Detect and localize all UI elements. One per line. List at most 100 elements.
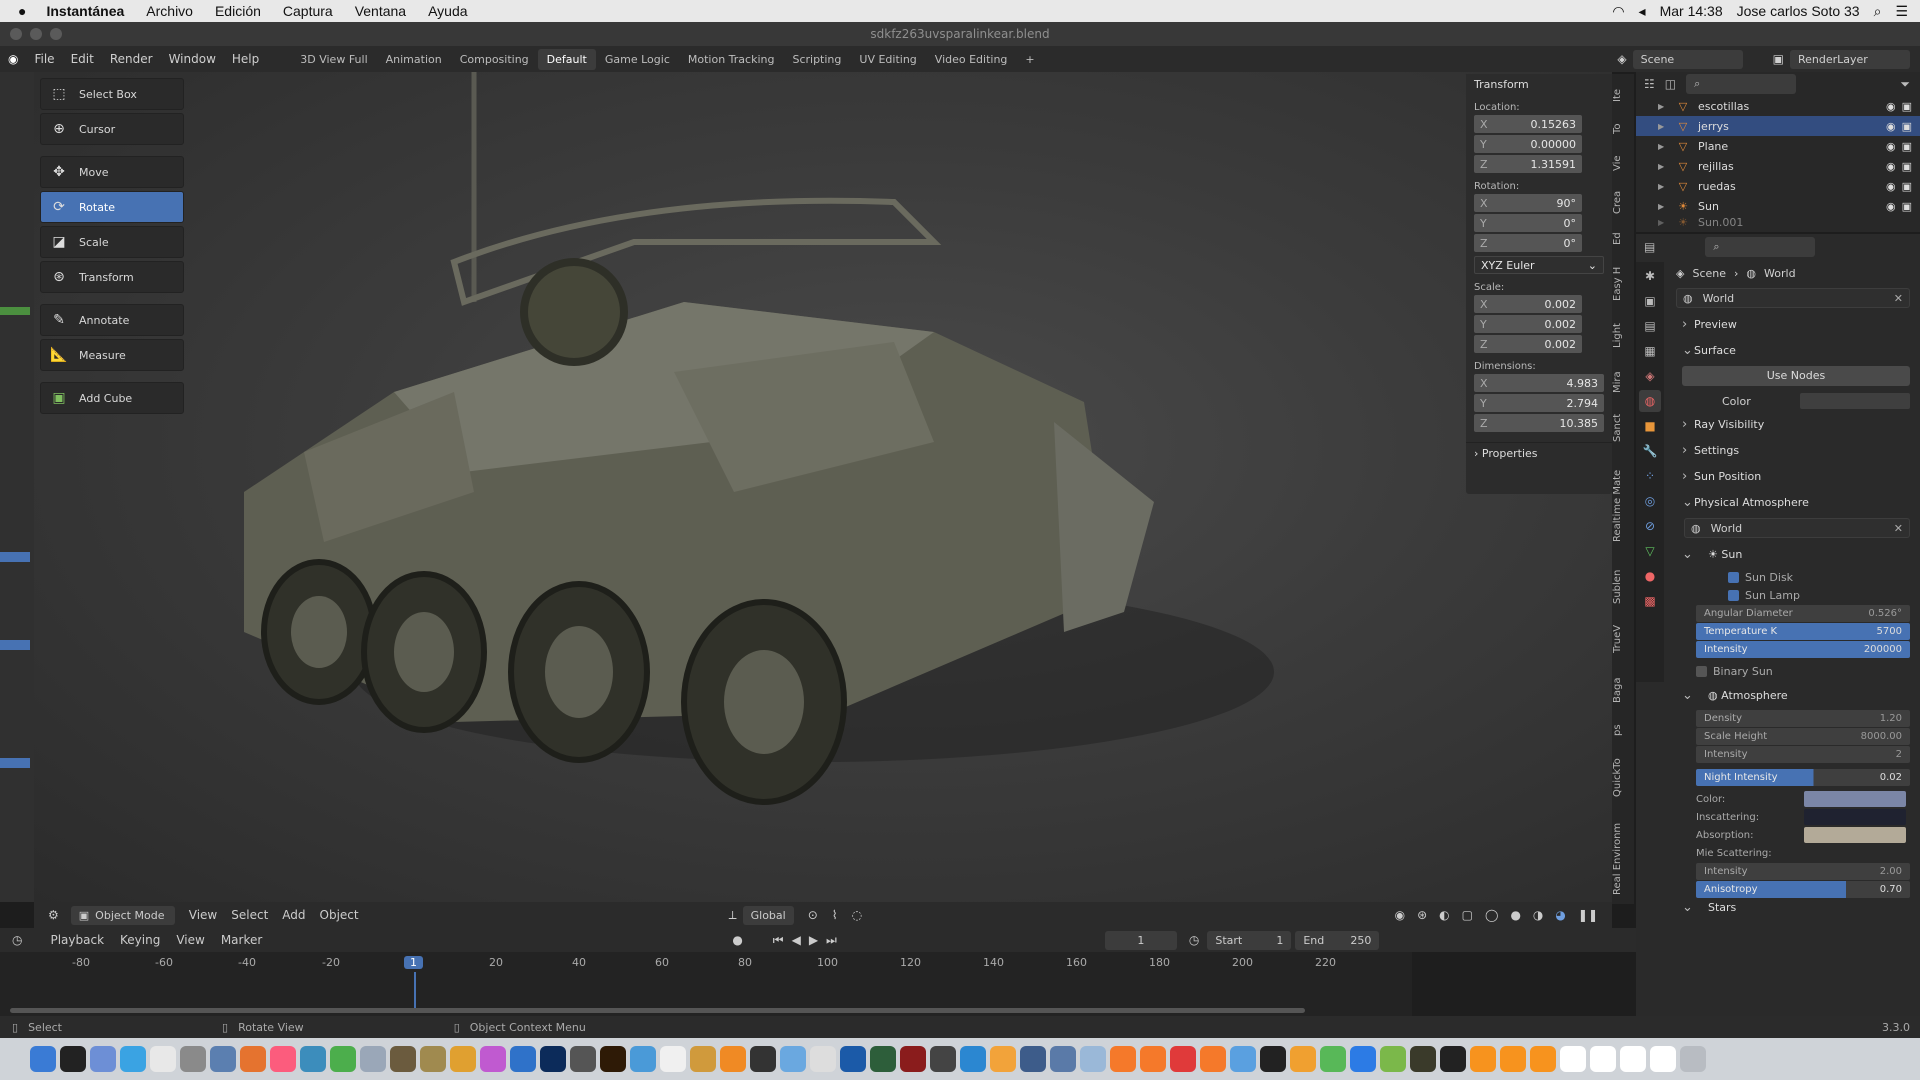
dimension-x-field[interactable]: X 4.983 [1474, 374, 1604, 392]
menu-ventana[interactable]: Ventana [355, 3, 406, 19]
sun-intensity-field[interactable]: Intensity 200000 [1696, 641, 1910, 658]
sun-disk-checkbox[interactable]: Sun Disk [1672, 568, 1920, 586]
app-icon[interactable] [1050, 1046, 1076, 1072]
binary-sun-checkbox[interactable]: Binary Sun [1672, 659, 1920, 683]
scale-z-field[interactable]: Z 0.002 [1474, 335, 1582, 353]
tool-annotate[interactable]: ✎ Annotate [40, 304, 184, 336]
world-datablock-selector[interactable]: ◍ World ✕ [1676, 288, 1910, 308]
vlc-icon[interactable] [720, 1046, 746, 1072]
constraints-icon[interactable]: ⊘ [1639, 515, 1661, 537]
camera-icon[interactable]: ▣ [1902, 100, 1912, 113]
workspace-tab[interactable]: Motion Tracking [679, 49, 784, 70]
eye-icon[interactable]: ◉ [1886, 180, 1896, 193]
sidebar-tab[interactable]: Real Environm [1612, 814, 1634, 904]
menu-keying[interactable]: Keying [120, 933, 160, 947]
texture-icon[interactable]: ▩ [1639, 590, 1661, 612]
menu-marker[interactable]: Marker [221, 933, 262, 947]
sidebar-tab[interactable]: Light [1612, 316, 1634, 356]
menu-select[interactable]: Select [231, 908, 268, 922]
sidebar-tab[interactable]: Ite [1612, 80, 1634, 110]
timeline[interactable]: -80 -60 -40 -20 1 20 40 60 80 100 120 14… [0, 952, 1636, 1016]
wifi-icon[interactable]: ◠ [1612, 3, 1624, 20]
properties-search[interactable]: ⌕ [1705, 237, 1816, 257]
section-stars[interactable]: Stars [1672, 899, 1920, 917]
rotation-mode-select[interactable]: XYZ Euler ⌄ [1474, 256, 1604, 274]
timeline-editor-icon[interactable]: ◷ [12, 933, 22, 947]
outliner-item-sun001[interactable]: ▶ ☀ Sun.001 [1636, 216, 1920, 228]
app-icon[interactable] [420, 1046, 446, 1072]
app-icon[interactable] [1230, 1046, 1256, 1072]
menu-render[interactable]: Render [102, 52, 161, 66]
app-icon[interactable] [180, 1046, 206, 1072]
section-settings[interactable]: Settings [1672, 438, 1920, 464]
playhead[interactable]: 1 [404, 956, 423, 969]
section-atmosphere[interactable]: ◍ Atmosphere [1672, 683, 1920, 709]
control-center-icon[interactable]: ☰ [1895, 3, 1908, 20]
folder-icon[interactable] [1500, 1046, 1526, 1072]
app-icon[interactable] [1320, 1046, 1346, 1072]
app-icon[interactable] [1170, 1046, 1196, 1072]
app-icon[interactable] [390, 1046, 416, 1072]
blender-icon[interactable] [1200, 1046, 1226, 1072]
workspace-tab[interactable]: Animation [377, 49, 451, 70]
menu-help[interactable]: Help [224, 52, 267, 66]
rendered-shading-icon[interactable]: ◕ [1555, 908, 1565, 922]
night-intensity-field[interactable]: Night Intensity 0.02 [1696, 769, 1910, 786]
finder-icon[interactable] [30, 1046, 56, 1072]
gizmo-icon[interactable]: ⊛ [1417, 908, 1427, 922]
eye-icon[interactable]: ◉ [1886, 200, 1896, 213]
section-sun-position[interactable]: Sun Position [1672, 464, 1920, 490]
outliner-item-ruedas[interactable]: ▶ ▽ ruedas ◉ ▣ [1636, 176, 1920, 196]
app-icon[interactable] [840, 1046, 866, 1072]
tool-move[interactable]: ✥ Move [40, 156, 184, 188]
app-icon[interactable] [360, 1046, 386, 1072]
blender-logo-icon[interactable]: ◉ [0, 52, 26, 66]
menu-file[interactable]: File [26, 52, 62, 66]
workspace-tab[interactable]: Scripting [783, 49, 850, 70]
menu-ayuda[interactable]: Ayuda [428, 3, 467, 19]
blender-icon[interactable] [1140, 1046, 1166, 1072]
sidebar-tab[interactable]: Mira [1612, 364, 1634, 400]
app-icon[interactable] [750, 1046, 776, 1072]
photoshop-icon[interactable] [540, 1046, 566, 1072]
launchpad-icon[interactable] [90, 1046, 116, 1072]
location-y-field[interactable]: Y 0.00000 [1474, 135, 1582, 153]
section-physical-atmosphere[interactable]: Physical Atmosphere [1672, 490, 1920, 516]
bluetooth-icon[interactable] [1350, 1046, 1376, 1072]
current-frame-field[interactable]: 1 [1104, 930, 1177, 950]
view-layer-icon[interactable]: ▦ [1639, 340, 1661, 362]
use-nodes-button[interactable]: Use Nodes [1682, 366, 1910, 386]
scale-y-field[interactable]: Y 0.002 [1474, 315, 1582, 333]
terminal-icon[interactable] [60, 1046, 86, 1072]
app-icon[interactable] [1020, 1046, 1046, 1072]
user-name[interactable]: Jose carlos Soto 33 [1737, 3, 1860, 19]
app-icon[interactable] [1080, 1046, 1106, 1072]
sidebar-tab[interactable]: Realtime Mate [1612, 456, 1634, 556]
mode-selector[interactable]: ▣ Object Mode [70, 905, 175, 925]
sidebar-tab[interactable]: Sublen [1612, 564, 1634, 610]
material-shading-icon[interactable]: ◑ [1533, 908, 1543, 922]
angular-diameter-field[interactable]: Angular Diameter 0.526° [1696, 605, 1910, 622]
trash-icon[interactable] [1680, 1046, 1706, 1072]
expand-icon[interactable]: ▶ [1658, 142, 1676, 151]
render-props-icon[interactable]: ▣ [1639, 290, 1661, 312]
add-workspace-button[interactable]: + [1016, 49, 1043, 70]
app-icon[interactable] [330, 1046, 356, 1072]
anisotropy-field[interactable]: Anisotropy 0.70 [1696, 881, 1910, 898]
outliner-item-rejillas[interactable]: ▶ ▽ rejillas ◉ ▣ [1636, 156, 1920, 176]
editor-type-icon[interactable]: ☷ [1644, 77, 1655, 91]
menu-view[interactable]: View [189, 908, 217, 922]
3d-viewport[interactable] [34, 72, 1612, 902]
close-window-button[interactable] [10, 28, 22, 40]
sidebar-tab[interactable]: ps [1612, 718, 1634, 742]
section-ray-visibility[interactable]: Ray Visibility [1672, 412, 1920, 438]
section-preview[interactable]: Preview [1672, 312, 1920, 338]
camera-icon[interactable]: ▣ [1902, 160, 1912, 173]
timeline-scrollbar[interactable] [10, 1008, 1305, 1013]
menu-edit[interactable]: Edit [63, 52, 102, 66]
record-icon[interactable]: ● [732, 933, 742, 947]
expand-icon[interactable]: ▶ [1658, 182, 1676, 191]
rotation-z-field[interactable]: Z 0° [1474, 234, 1582, 252]
outliner-item-escotillas[interactable]: ▶ ▽ escotillas ◉ ▣ [1636, 96, 1920, 116]
outliner-item-jerrys[interactable]: ▶ ▽ jerrys ◉ ▣ [1636, 116, 1920, 136]
